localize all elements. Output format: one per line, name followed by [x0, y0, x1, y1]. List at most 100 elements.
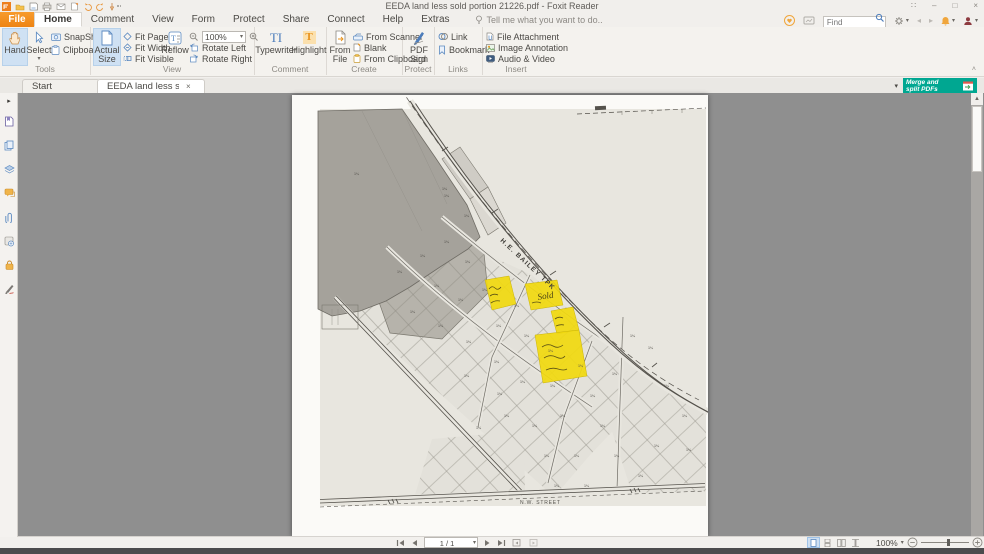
- scroll-up-icon[interactable]: ▲: [971, 93, 983, 105]
- last-page-icon[interactable]: [497, 539, 506, 547]
- document-tab-label: EEDA land less sold por...: [107, 81, 179, 92]
- zoom-slider-handle[interactable]: [947, 539, 950, 546]
- tab-share[interactable]: Share: [274, 12, 319, 27]
- new-document-icon[interactable]: [70, 2, 79, 11]
- next-view-icon[interactable]: [528, 538, 538, 547]
- save-icon[interactable]: [29, 2, 38, 11]
- undo-icon[interactable]: [83, 2, 92, 11]
- facing-view-icon[interactable]: [836, 538, 847, 547]
- scanner-icon: [353, 33, 363, 41]
- group-protect: PDF Sign Protect: [402, 27, 435, 75]
- layout-grid-icon[interactable]: ∷: [911, 0, 916, 11]
- page-thumbnails-panel-icon[interactable]: [3, 139, 15, 151]
- zoom-dropdown-icon[interactable]: ▾: [901, 539, 904, 546]
- digital-signatures-panel-icon[interactable]: [3, 235, 15, 247]
- collapse-ribbon-icon[interactable]: ˄: [972, 66, 976, 73]
- email-icon[interactable]: [56, 2, 66, 11]
- continuous-view-icon[interactable]: [822, 538, 833, 547]
- rotate-left-icon: [189, 43, 199, 52]
- print-icon[interactable]: [42, 2, 52, 11]
- plat-map-graphic: Sold H.E. BAILEY TPK N.W. STREET 1¼1¼1¼1…: [292, 95, 708, 537]
- attachments-panel-icon[interactable]: [3, 211, 15, 223]
- restore-icon[interactable]: □: [952, 0, 957, 11]
- share-screen-icon[interactable]: [803, 16, 815, 26]
- quick-tool-dropdown-icon[interactable]: [109, 2, 121, 11]
- tab-start[interactable]: Start: [22, 79, 100, 93]
- group-comment: TI Typewriter T Highlight Comment: [254, 27, 327, 75]
- notifications-dropdown[interactable]: ▾: [941, 16, 955, 26]
- tab-connect[interactable]: Connect: [318, 12, 373, 27]
- lightbulb-icon: [475, 15, 483, 24]
- highlight-button[interactable]: T Highlight: [294, 28, 324, 66]
- group-label-create: Create: [326, 64, 402, 74]
- rotate-right-icon: [189, 54, 199, 63]
- chevron-down-icon[interactable]: ▾: [473, 539, 476, 546]
- tab-help[interactable]: Help: [374, 12, 413, 27]
- rotate-left-button[interactable]: Rotate Left: [189, 42, 246, 53]
- security-lock-panel-icon[interactable]: [3, 259, 15, 271]
- single-page-view-icon[interactable]: [808, 538, 819, 547]
- typewriter-button[interactable]: TI Typewriter: [258, 28, 294, 66]
- file-attachment-button[interactable]: File Attachment: [486, 31, 559, 42]
- redo-icon[interactable]: [96, 2, 105, 11]
- next-page-icon[interactable]: [484, 539, 491, 547]
- actual-size-button[interactable]: Actual Size: [93, 28, 121, 66]
- image-annotation-button[interactable]: Image Annotation: [486, 42, 568, 53]
- tab-form[interactable]: Form: [183, 12, 224, 27]
- minimize-icon[interactable]: –: [932, 0, 936, 11]
- previous-page-icon[interactable]: [411, 539, 418, 547]
- comments-panel-icon[interactable]: [3, 187, 15, 199]
- group-label-protect: Protect: [402, 64, 434, 74]
- expand-panel-arrow-icon[interactable]: ▸: [3, 95, 15, 107]
- blank-button[interactable]: Blank: [353, 42, 387, 53]
- zoom-in-button[interactable]: [972, 537, 983, 548]
- account-avatar-dropdown[interactable]: ▾: [963, 16, 978, 26]
- tab-protect[interactable]: Protect: [224, 12, 274, 27]
- group-view: Actual Size Fit Page Fit Width Fit Visib…: [90, 27, 255, 75]
- zoom-out-button[interactable]: [907, 537, 918, 548]
- heart-icon[interactable]: [784, 15, 795, 26]
- close-tab-icon[interactable]: ×: [186, 82, 191, 91]
- tab-document[interactable]: EEDA land less sold por... ×: [97, 79, 205, 93]
- tab-home[interactable]: Home: [34, 12, 82, 27]
- link-label: Link: [451, 32, 468, 42]
- audio-video-button[interactable]: Audio & Video: [486, 53, 555, 64]
- previous-view-icon[interactable]: [512, 538, 522, 547]
- pdf-page[interactable]: Sold H.E. BAILEY TPK N.W. STREET 1¼1¼1¼1…: [292, 95, 708, 537]
- close-icon[interactable]: ×: [973, 0, 978, 11]
- search-icon[interactable]: [875, 13, 885, 23]
- vertical-scrollbar[interactable]: ▲: [971, 93, 983, 537]
- zoom-out-icon[interactable]: [189, 32, 199, 42]
- tab-extras[interactable]: Extras: [412, 12, 458, 27]
- zoom-combo[interactable]: 100% ▾: [202, 31, 246, 43]
- merge-split-promo-banner[interactable]: Merge and split PDFs: [903, 78, 977, 93]
- select-tool-button[interactable]: Select ▾: [27, 28, 51, 66]
- tab-list-dropdown-icon[interactable]: ▾: [894, 82, 898, 90]
- signature-pen-panel-icon[interactable]: [3, 283, 15, 295]
- quick-access-toolbar: [2, 1, 121, 11]
- rotate-right-button[interactable]: Rotate Right: [189, 53, 252, 64]
- settings-gear-dropdown[interactable]: ▾: [894, 16, 909, 26]
- group-tools: Hand Select ▾ SnapShot Clipboard ▾ Tools: [0, 27, 91, 75]
- from-file-button[interactable]: From File: [328, 28, 352, 66]
- layers-panel-icon[interactable]: [3, 163, 15, 175]
- open-file-icon[interactable]: [15, 2, 25, 11]
- tell-me-box[interactable]: Tell me what you want to do..: [475, 12, 603, 27]
- group-label-tools: Tools: [0, 64, 90, 74]
- reflow-icon: T: [168, 29, 182, 46]
- history-back-icon[interactable]: ◂: [917, 16, 921, 25]
- pdf-sign-button[interactable]: PDF Sign: [405, 28, 433, 66]
- highlight-icon: T: [303, 29, 316, 46]
- first-page-icon[interactable]: [396, 539, 405, 547]
- scrollbar-thumb[interactable]: [972, 106, 982, 172]
- zoom-slider[interactable]: [921, 538, 969, 547]
- tab-comment[interactable]: Comment: [82, 12, 143, 27]
- tab-view[interactable]: View: [143, 12, 183, 27]
- link-button[interactable]: Link: [438, 31, 468, 42]
- hand-tool-button[interactable]: Hand: [2, 28, 28, 66]
- tab-file[interactable]: File: [0, 12, 34, 27]
- continuous-facing-view-icon[interactable]: [850, 538, 861, 547]
- history-forward-icon[interactable]: ▸: [929, 16, 933, 25]
- bookmarks-panel-icon[interactable]: [3, 115, 15, 127]
- reflow-button[interactable]: T Reflow: [162, 28, 188, 66]
